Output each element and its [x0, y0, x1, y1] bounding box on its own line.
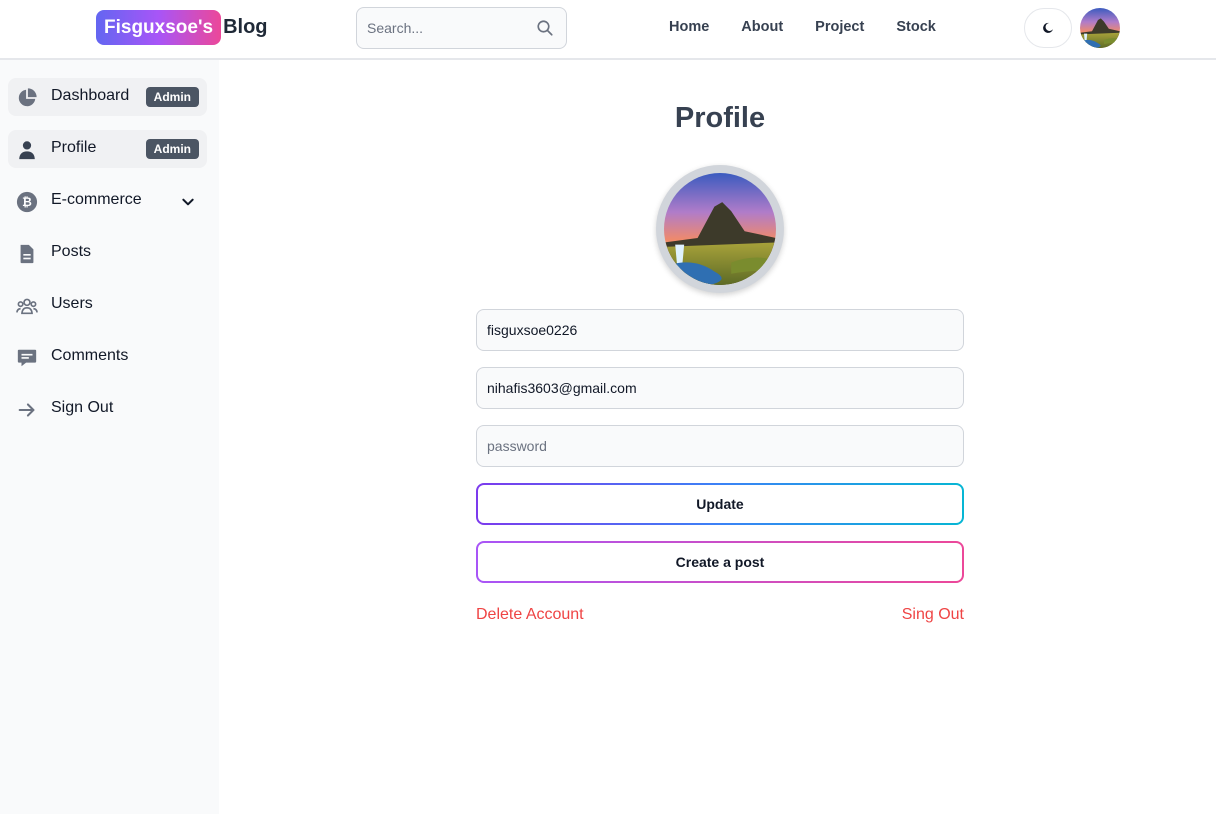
nav-link-about[interactable]: About [741, 19, 783, 35]
create-post-button-label: Create a post [478, 543, 962, 581]
sidebar-item-comments[interactable]: Comments [8, 338, 207, 376]
top-navbar: Fisguxsoe's Blog Home About Project Stoc… [0, 0, 1216, 60]
password-field[interactable] [476, 425, 964, 467]
update-button[interactable]: Update [476, 483, 964, 525]
search-box [356, 7, 567, 49]
search-input[interactable] [357, 8, 527, 48]
arrow-right-icon [18, 403, 35, 417]
username-field[interactable] [476, 309, 964, 351]
users-icon [16, 298, 38, 315]
sidebar-item-sign-out[interactable]: Sign Out [8, 390, 207, 428]
update-button-label: Update [478, 485, 962, 523]
sidebar-item-label: Dashboard [51, 87, 130, 104]
document-icon [20, 244, 34, 264]
brand-badge: Fisguxsoe's [96, 10, 222, 45]
main-nav: Home About Project Stock [669, 19, 936, 35]
sidebar-item-label: Users [51, 295, 93, 312]
sidebar-item-label: Sign Out [51, 399, 114, 416]
comment-icon [17, 349, 37, 367]
sidebar-item-label: Posts [51, 243, 92, 260]
sidebar-item-dashboard[interactable]: Dashboard Admin [8, 78, 207, 116]
profile-image [664, 173, 776, 285]
moon-icon [1043, 22, 1053, 33]
admin-badge: Admin [145, 87, 199, 107]
brand-text: Blog [223, 16, 268, 38]
email-field[interactable] [476, 367, 964, 409]
user-icon [19, 141, 35, 160]
nav-link-home[interactable]: Home [669, 19, 709, 35]
sidebar-item-users[interactable]: Users [8, 286, 207, 324]
theme-toggle-button[interactable] [1024, 8, 1072, 48]
sidebar-item-profile[interactable]: Profile Admin [8, 130, 207, 168]
sidebar-item-posts[interactable]: Posts [8, 234, 207, 272]
sidebar-item-label: Comments [51, 347, 129, 364]
sidebar-item-ecommerce[interactable]: ₿ E-commerce [8, 182, 207, 220]
delete-account-link[interactable]: Delete Account [476, 606, 584, 624]
sign-out-link[interactable]: Sing Out [902, 606, 964, 624]
create-post-button[interactable]: Create a post [476, 541, 964, 583]
user-avatar[interactable] [1080, 8, 1120, 48]
chevron-down-icon[interactable] [181, 195, 195, 209]
page-title: Profile [674, 102, 766, 134]
admin-badge: Admin [145, 139, 199, 159]
search-icon[interactable] [536, 19, 554, 37]
profile-avatar[interactable] [656, 165, 784, 293]
nav-link-project[interactable]: Project [815, 19, 864, 35]
sidebar: Dashboard Admin Profile Admin ₿ E-commer… [0, 60, 219, 814]
svg-text:₿: ₿ [22, 195, 32, 209]
nav-link-stock[interactable]: Stock [896, 19, 936, 35]
brand-logo[interactable]: Fisguxsoe's Blog [96, 10, 268, 45]
pie-chart-icon [18, 88, 37, 107]
bitcoin-icon: ₿ [16, 191, 38, 213]
sidebar-item-label: E-commerce [51, 191, 142, 208]
sidebar-item-label: Profile [51, 139, 97, 156]
